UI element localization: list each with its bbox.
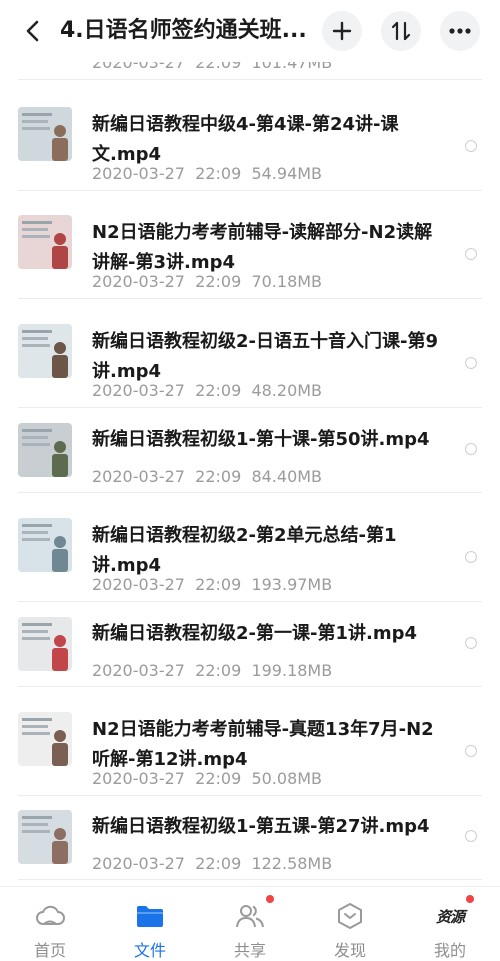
notification-badge bbox=[466, 895, 474, 903]
file-size: 50.08MB bbox=[251, 769, 323, 788]
file-time: 22:09 bbox=[195, 769, 242, 788]
file-date: 2020-03-27 bbox=[92, 769, 185, 788]
file-name: 新编日语教程初级2-日语五十音入门课-第9讲.mp4 bbox=[92, 331, 438, 382]
video-thumbnail bbox=[18, 518, 72, 572]
file-name: 新编日语教程初级1-第五课-第27讲.mp4 bbox=[92, 816, 430, 837]
bottom-tab-bar: 首页 文件 共享 发现 资源 我的 bbox=[0, 886, 500, 960]
file-size: 48.20MB bbox=[251, 381, 323, 400]
notification-badge bbox=[266, 895, 274, 903]
page-title: 4.日语名师签约通关班... bbox=[60, 18, 307, 43]
folder-icon bbox=[134, 901, 166, 931]
tab-me[interactable]: 资源 我的 bbox=[400, 887, 500, 960]
file-time: 22:09 bbox=[195, 575, 242, 594]
avatar-icon: 资源 bbox=[434, 901, 466, 931]
video-thumbnail bbox=[18, 215, 72, 269]
list-item[interactable]: N2日语能力考考前辅导-读解部分-N2读解讲解-第3讲.mp4 2020-03-2… bbox=[0, 190, 500, 299]
file-meta: 2020-03-27 22:09 54.94MB bbox=[92, 164, 322, 184]
file-size: 199.18MB bbox=[251, 661, 333, 680]
tab-label: 首页 bbox=[33, 941, 66, 960]
file-meta: 2020-03-27 22:09 199.18MB bbox=[92, 661, 332, 681]
file-date: 2020-03-27 bbox=[92, 381, 185, 400]
file-meta: 2020-03-27 22:09 48.20MB bbox=[92, 381, 322, 401]
list-item[interactable]: 新编日语教程初级2-第2单元总结-第1讲.mp4 2020-03-27 22:09… bbox=[0, 493, 500, 602]
video-thumbnail bbox=[18, 617, 72, 671]
file-name: N2日语能力考考前辅导-读解部分-N2读解讲解-第3讲.mp4 bbox=[92, 222, 433, 273]
sort-button[interactable] bbox=[381, 11, 421, 51]
tab-label: 发现 bbox=[333, 941, 366, 960]
list-item[interactable]: N2日语能力考考前辅导-真题13年7月-N2听解-第12讲.mp4 2020-03… bbox=[0, 687, 500, 796]
file-name: N2日语能力考考前辅导-真题13年7月-N2听解-第12讲.mp4 bbox=[92, 719, 434, 770]
back-button[interactable] bbox=[16, 14, 50, 48]
file-meta: 2020-03-27 22:09 122.58MB bbox=[92, 854, 332, 874]
file-list: 2020-03-27 22:09 101.47MB 新编日语教程中级4-第4课-… bbox=[0, 0, 500, 886]
file-name: 新编日语教程初级2-第2单元总结-第1讲.mp4 bbox=[92, 525, 397, 576]
tab-label: 文件 bbox=[133, 941, 166, 960]
add-button[interactable] bbox=[322, 11, 362, 51]
video-thumbnail bbox=[18, 107, 72, 161]
list-item[interactable]: 新编日语教程初级2-日语五十音入门课-第9讲.mp4 2020-03-27 22:… bbox=[0, 299, 500, 408]
file-time: 22:09 bbox=[195, 467, 242, 486]
file-size: 84.40MB bbox=[251, 467, 323, 486]
file-date: 2020-03-27 bbox=[92, 272, 185, 291]
file-time: 22:09 bbox=[195, 381, 242, 400]
chevron-left-icon bbox=[26, 20, 39, 42]
file-meta: 2020-03-27 22:09 50.08MB bbox=[92, 769, 322, 789]
file-meta: 2020-03-27 22:09 84.40MB bbox=[92, 467, 322, 487]
file-date: 2020-03-27 bbox=[92, 575, 185, 594]
tab-files[interactable]: 文件 bbox=[100, 887, 200, 960]
divider bbox=[18, 879, 482, 880]
more-icon bbox=[449, 28, 471, 34]
file-meta: 2020-03-27 22:09 70.18MB bbox=[92, 272, 322, 292]
select-radio[interactable] bbox=[465, 830, 477, 842]
file-size: 54.94MB bbox=[251, 164, 323, 183]
file-date: 2020-03-27 bbox=[92, 854, 185, 873]
tab-discover[interactable]: 发现 bbox=[300, 887, 400, 960]
header-bar: 4.日语名师签约通关班... bbox=[0, 0, 500, 62]
video-thumbnail bbox=[18, 423, 72, 477]
list-item[interactable]: 新编日语教程初级1-第十课-第50讲.mp4 2020-03-27 22:09 8… bbox=[0, 408, 500, 493]
file-time: 22:09 bbox=[195, 661, 242, 680]
list-item[interactable]: 新编日语教程初级2-第一课-第1讲.mp4 2020-03-27 22:09 19… bbox=[0, 602, 500, 687]
select-radio[interactable] bbox=[465, 637, 477, 649]
tab-share[interactable]: 共享 bbox=[200, 887, 300, 960]
file-time: 22:09 bbox=[195, 164, 242, 183]
select-radio[interactable] bbox=[465, 745, 477, 757]
discover-icon bbox=[334, 901, 366, 931]
select-radio[interactable] bbox=[465, 551, 477, 563]
sort-icon bbox=[391, 21, 411, 41]
file-date: 2020-03-27 bbox=[92, 467, 185, 486]
select-radio[interactable] bbox=[465, 140, 477, 152]
select-radio[interactable] bbox=[465, 443, 477, 455]
plus-icon bbox=[332, 21, 352, 41]
file-date: 2020-03-27 bbox=[92, 164, 185, 183]
avatar-text: 资源 bbox=[435, 907, 465, 926]
tab-label: 共享 bbox=[233, 941, 266, 960]
video-thumbnail bbox=[18, 324, 72, 378]
file-date: 2020-03-27 bbox=[92, 661, 185, 680]
list-item[interactable]: 新编日语教程初级1-第五课-第27讲.mp4 2020-03-27 22:09 1… bbox=[0, 795, 500, 880]
cloud-icon bbox=[34, 901, 66, 931]
file-name: 新编日语教程中级4-第4课-第24讲-课文.mp4 bbox=[92, 114, 399, 165]
video-thumbnail bbox=[18, 810, 72, 864]
file-size: 193.97MB bbox=[251, 575, 333, 594]
file-time: 22:09 bbox=[195, 854, 242, 873]
tab-label: 我的 bbox=[433, 941, 466, 960]
more-button[interactable] bbox=[440, 11, 480, 51]
file-name: 新编日语教程初级1-第十课-第50讲.mp4 bbox=[92, 429, 430, 450]
list-item[interactable]: 新编日语教程中级4-第4课-第24讲-课文.mp4 2020-03-27 22:0… bbox=[0, 82, 500, 191]
file-name: 新编日语教程初级2-第一课-第1讲.mp4 bbox=[92, 623, 417, 644]
select-radio[interactable] bbox=[465, 248, 477, 260]
file-meta: 2020-03-27 22:09 193.97MB bbox=[92, 575, 332, 595]
select-radio[interactable] bbox=[465, 357, 477, 369]
file-size: 122.58MB bbox=[251, 854, 333, 873]
people-icon bbox=[234, 901, 266, 931]
file-size: 70.18MB bbox=[251, 272, 323, 291]
tab-home[interactable]: 首页 bbox=[0, 887, 100, 960]
file-time: 22:09 bbox=[195, 272, 242, 291]
video-thumbnail bbox=[18, 712, 72, 766]
